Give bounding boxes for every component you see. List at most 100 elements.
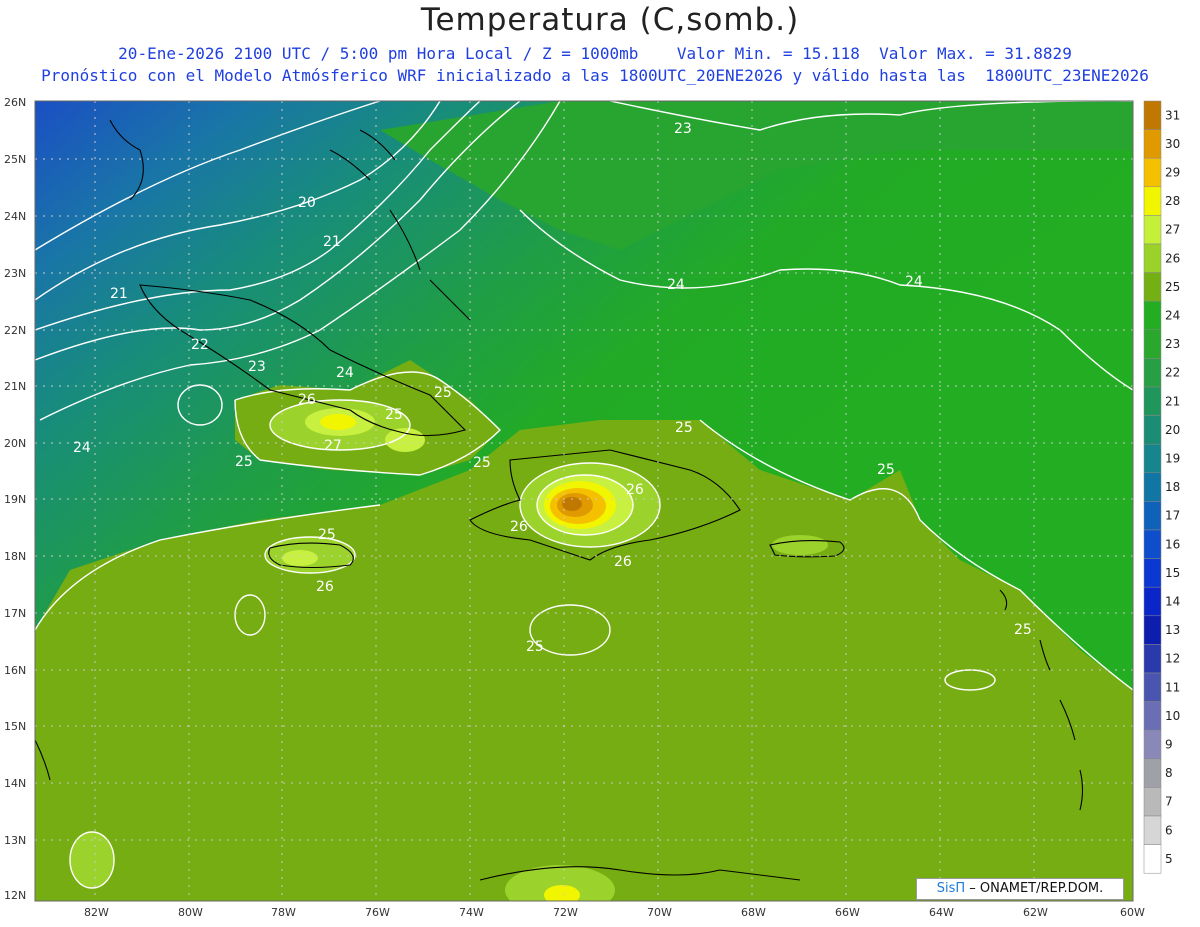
colorbar-swatch [1143, 243, 1162, 273]
lon-tick-label: 74W [459, 906, 484, 919]
colorbar-label: 8 [1165, 766, 1173, 780]
latitude-axis: 26N 25N 24N 23N 22N 21N 20N 19N 18N 17N … [4, 96, 26, 902]
contour-label: 26 [614, 554, 632, 570]
contour-label: 26 [510, 519, 528, 535]
contour-label: 26 [626, 482, 644, 498]
contour-label: 25 [235, 454, 253, 470]
warm-cuba-east [385, 428, 425, 452]
colorbar-label: 15 [1165, 566, 1180, 580]
colorbar-label: 5 [1165, 852, 1173, 866]
contour-label: 25 [434, 385, 452, 401]
colorbar-swatch [1143, 615, 1162, 645]
colorbar-label: 20 [1165, 423, 1180, 437]
colorbar-swatch [1143, 701, 1162, 731]
contour-label: 21 [323, 234, 341, 250]
contour-label: 25 [877, 462, 895, 478]
colorbar-label: 24 [1165, 309, 1180, 323]
colorbar-swatch [1143, 501, 1162, 531]
lon-tick-label: 68W [741, 906, 766, 919]
lat-tick-label: 23N [4, 267, 26, 280]
colorbar-swatch [1143, 215, 1162, 245]
contour-label: 24 [73, 440, 91, 456]
colorbar-label: 19 [1165, 452, 1180, 466]
colorbar-swatch [1143, 272, 1162, 302]
lon-tick-label: 64W [929, 906, 954, 919]
lat-tick-label: 25N [4, 153, 26, 166]
contour-label: 25 [675, 420, 693, 436]
lat-tick-label: 18N [4, 550, 26, 563]
lat-tick-label: 22N [4, 324, 26, 337]
colorbar-label: 31 [1165, 108, 1180, 122]
colorbar-label: 26 [1165, 251, 1180, 265]
lon-tick-label: 80W [178, 906, 203, 919]
colorbar-label: 29 [1165, 166, 1180, 180]
colorbar-swatch [1143, 358, 1162, 388]
colorbar-swatch [1143, 329, 1162, 359]
credit-text: – ONAMET/REP.DOM. [965, 881, 1104, 896]
colorbar-label: 6 [1165, 823, 1173, 837]
contour-label: 21 [110, 286, 128, 302]
contour-label: 23 [248, 359, 266, 375]
colorbar-swatch [1143, 100, 1162, 130]
lat-tick-label: 19N [4, 493, 26, 506]
contour-label: 20 [298, 195, 316, 211]
lat-tick-label: 12N [4, 889, 26, 902]
lon-tick-label: 60W [1120, 906, 1145, 919]
colorbar-swatch [1143, 186, 1162, 216]
colorbar-swatch [1143, 157, 1162, 188]
lat-tick-label: 26N [4, 96, 26, 109]
lat-tick-label: 15N [4, 720, 26, 733]
contour-label: 27 [324, 438, 342, 454]
sispi-logo: SisΠ [936, 881, 966, 896]
colorbar-label: 25 [1165, 280, 1180, 294]
lon-tick-label: 70W [647, 906, 672, 919]
lat-tick-label: 17N [4, 607, 26, 620]
credit-box: SisΠ – ONAMET/REP.DOM. [916, 878, 1124, 900]
colorbar-label: 13 [1165, 623, 1180, 637]
colorbar-swatch [1143, 672, 1162, 702]
colorbar-label: 10 [1165, 709, 1180, 723]
colorbar-label: 28 [1165, 194, 1180, 208]
lon-tick-label: 62W [1023, 906, 1048, 919]
colorbar-label: 23 [1165, 337, 1180, 351]
colorbar-label: 9 [1165, 738, 1173, 752]
colorbar-label: 11 [1165, 680, 1180, 694]
colorbar-swatch [1143, 758, 1162, 788]
lat-tick-label: 13N [4, 834, 26, 847]
contour-label: 22 [191, 337, 209, 353]
longitude-axis: 82W 80W 78W 76W 74W 72W 70W 68W 66W 64W … [84, 906, 1145, 919]
temperature-map: 20 21 21 22 23 24 23 24 24 24 25 26 25 2… [4, 96, 1180, 919]
lat-tick-label: 24N [4, 210, 26, 223]
contour-label: 25 [473, 455, 491, 471]
colorbar-label: 22 [1165, 366, 1180, 380]
contour-label: 24 [667, 277, 685, 293]
colorbar-swatch [1143, 644, 1162, 674]
warm-jamaica-27 [282, 550, 318, 566]
colorbar-swatch [1143, 386, 1162, 416]
colorbar-label: 27 [1165, 223, 1180, 237]
colorbar-label: 30 [1165, 137, 1180, 151]
contour-label: 23 [674, 121, 692, 137]
lat-tick-label: 14N [4, 777, 26, 790]
lon-tick-label: 82W [84, 906, 109, 919]
lon-tick-label: 76W [365, 906, 390, 919]
colorbar-label: 7 [1165, 795, 1173, 809]
colorbar-swatch [1143, 787, 1162, 817]
colorbar-label: 18 [1165, 480, 1180, 494]
colorbar-swatch [1143, 586, 1162, 617]
contour-label: 24 [336, 365, 354, 381]
colorbar-swatch [1143, 415, 1162, 445]
colorbar-label: 16 [1165, 537, 1180, 551]
contour-label: 25 [385, 407, 403, 423]
lat-tick-label: 21N [4, 380, 26, 393]
contour-label: 25 [318, 527, 336, 543]
colorbar-label: 21 [1165, 394, 1180, 408]
colorbar-swatch [1143, 729, 1162, 760]
lat-tick-label: 20N [4, 437, 26, 450]
colorbar-swatch [1143, 815, 1162, 845]
colorbar-label: 14 [1165, 595, 1180, 609]
warm-puerto-rico [772, 535, 828, 555]
contour-label: 25 [1014, 622, 1032, 638]
warm-venezuela-hot [544, 885, 580, 901]
colorbar-swatch [1143, 129, 1162, 159]
